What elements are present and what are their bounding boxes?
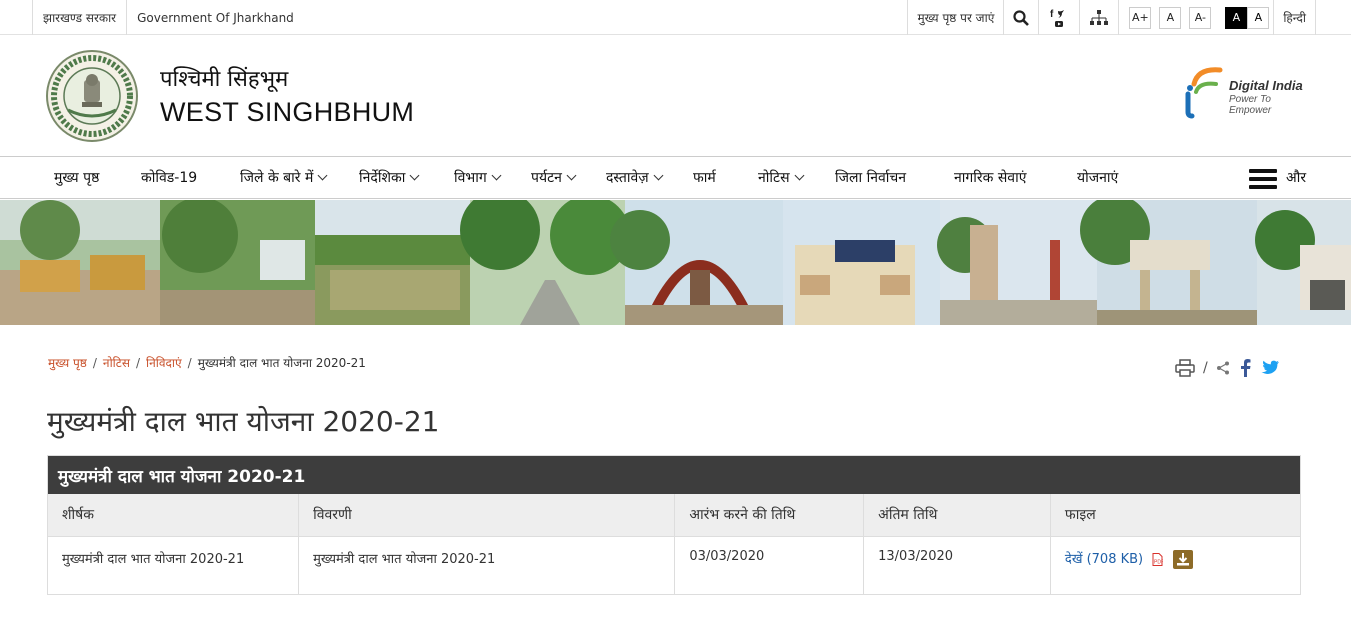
govt-label: Government Of Jharkhand [126,0,304,35]
cell-file: देखें (708 KB) PDF [1050,536,1300,594]
share-icon[interactable] [1216,361,1230,375]
svg-text:PDF: PDF [1154,559,1163,565]
nav-item-schemes[interactable]: योजनाएं [1077,157,1118,198]
cell-description: मुख्यमंत्री दाल भात योजना 2020-21 [298,536,676,594]
twitter-icon[interactable] [1260,360,1280,376]
share-separator: / [1203,360,1208,376]
share-toolbar: / [1175,356,1288,380]
font-increase-button[interactable]: A+ [1129,6,1152,29]
chevron-down-icon [317,170,328,181]
chevron-down-icon [409,170,420,181]
header-file: फाइल [1050,494,1300,537]
breadcrumb-tenders-link[interactable]: निविदाएं [146,354,182,371]
nav-more-button[interactable]: और [1286,157,1306,198]
nav-item-about-district[interactable]: जिले के बारे में [240,157,328,198]
cell-start-date: 03/03/2020 [674,536,865,594]
language-switch[interactable]: हिन्दी [1273,0,1316,35]
digital-india-tagline: Power To Empower [1229,94,1272,116]
breadcrumb: मुख्य पृष्ठ / नोटिस / निविदाएं / मुख्यमं… [48,354,366,371]
normal-contrast-button[interactable]: A [1247,6,1270,29]
download-icon [1177,552,1190,565]
tender-data-table: शीर्षक विवरणी आरंभ करने की तिथि अंतिम ति… [48,494,1300,594]
search-button[interactable] [1003,0,1038,35]
breadcrumb-home-link[interactable]: मुख्य पृष्ठ [48,354,87,371]
state-govt-label: झारखण्ड सरकार [32,0,126,35]
social-icons: f [1050,9,1065,27]
site-title-hindi[interactable]: पश्चिमी सिंहभूम [160,66,414,94]
view-file-link[interactable]: देखें (708 KB) [1065,552,1143,567]
breadcrumb-separator: / [187,355,192,370]
jharkhand-emblem-icon[interactable] [46,50,138,142]
high-contrast-button[interactable]: A [1225,6,1248,29]
main-navigation: मुख्य पृष्ठ कोविड-19 जिले के बारे में नि… [0,156,1351,199]
cell-end-date: 13/03/2020 [863,536,1051,594]
font-normal-button[interactable]: A [1159,6,1182,29]
chevron-down-icon [653,170,664,181]
nav-item-documents[interactable]: दस्तावेज़ [606,157,664,198]
table-header-row: शीर्षक विवरणी आरंभ करने की तिथि अंतिम ति… [48,494,1300,537]
breadcrumb-separator: / [92,355,97,370]
social-media-button[interactable]: f [1038,0,1079,35]
svg-text:f: f [1050,9,1054,20]
facebook-icon[interactable] [1238,359,1252,377]
header-title: शीर्षक [48,494,300,537]
chevron-down-icon [566,170,577,181]
digital-india-icon [1185,67,1223,119]
font-size-controls: A+ A A- [1118,0,1221,35]
header-description: विवरणी [298,494,676,537]
table-caption: मुख्यमंत्री दाल भात योजना 2020-21 [48,456,1300,494]
nav-item-directory[interactable]: निर्देशिका [359,157,420,198]
nav-item-notice[interactable]: नोटिस [758,157,804,198]
nav-item-forms[interactable]: फार्म [693,157,716,198]
breadcrumb-separator: / [135,355,140,370]
tender-table: मुख्यमंत्री दाल भात योजना 2020-21 शीर्षक… [47,455,1301,595]
digital-india-title: Digital India [1229,78,1303,93]
digital-india-logo[interactable]: Digital India Power To Empower [1180,64,1315,119]
nav-item-home[interactable]: मुख्य पृष्ठ [54,157,99,198]
sitemap-icon [1090,9,1109,25]
print-icon[interactable] [1175,359,1195,377]
nav-item-covid[interactable]: कोविड-19 [141,157,197,198]
breadcrumb-notice-link[interactable]: नोटिस [103,354,130,371]
breadcrumb-current: मुख्यमंत्री दाल भात योजना 2020-21 [197,356,366,370]
header-end-date: अंतिम तिथि [863,494,1051,537]
banner-image-strip [0,200,1351,325]
sitemap-button[interactable] [1079,0,1118,35]
skip-to-home-link[interactable]: मुख्य पृष्ठ पर जाएं [907,0,1003,35]
chevron-down-icon [794,170,804,181]
banner-photos [0,200,1351,325]
top-utility-bar: झारखण्ड सरकार Government Of Jharkhand मु… [0,0,1351,35]
download-button[interactable] [1173,549,1194,569]
table-row: मुख्यमंत्री दाल भात योजना 2020-21 मुख्यम… [48,536,1300,594]
font-decrease-button[interactable]: A- [1189,6,1212,29]
page-title: मुख्यमंत्री दाल भात योजना 2020-21 [47,405,440,438]
contrast-controls: A A [1221,0,1273,35]
nav-item-departments[interactable]: विभाग [454,157,502,198]
site-header: पश्चिमी सिंहभूम WEST SINGHBHUM Digital I… [0,36,1351,156]
pdf-icon: PDF [1152,552,1163,566]
search-icon [1013,9,1030,26]
site-title-english[interactable]: WEST SINGHBHUM [160,94,414,130]
nav-item-tourism[interactable]: पर्यटन [531,157,577,198]
header-start-date: आरंभ करने की तिथि [674,494,865,537]
chevron-down-icon [491,170,502,181]
cell-title: मुख्यमंत्री दाल भात योजना 2020-21 [48,536,300,594]
nav-item-citizen-services[interactable]: नागरिक सेवाएं [954,157,1026,198]
nav-item-election[interactable]: जिला निर्वाचन [835,157,906,198]
hamburger-menu-icon[interactable] [1249,169,1277,189]
